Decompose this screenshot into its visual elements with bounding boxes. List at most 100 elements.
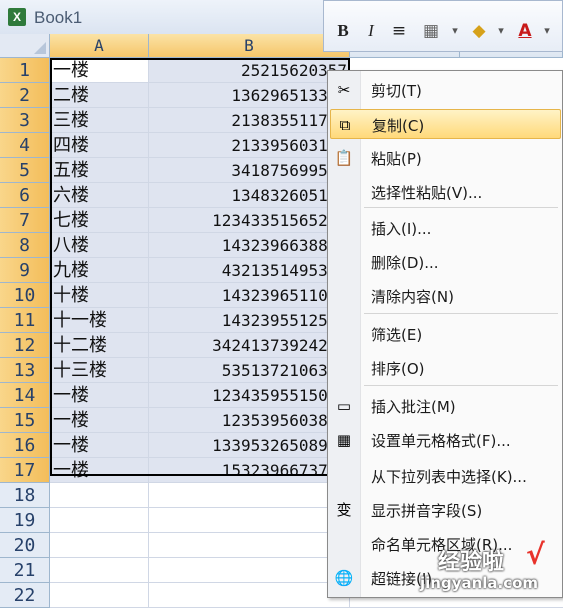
- cell-a[interactable]: 七楼: [50, 208, 149, 233]
- cell-a[interactable]: [50, 533, 149, 558]
- menu-item-4[interactable]: 选择性粘贴(V)...: [330, 177, 561, 207]
- row-header[interactable]: 6: [0, 183, 50, 208]
- borders-dropdown-icon[interactable]: ▾: [444, 20, 466, 42]
- row-header[interactable]: 1: [0, 58, 50, 83]
- menu-item-label: 设置单元格格式(F)...: [371, 432, 511, 450]
- cell-a[interactable]: 十三楼: [50, 358, 149, 383]
- fill-color-icon[interactable]: ◆: [468, 20, 490, 42]
- copy-icon: ⧉: [339, 116, 351, 134]
- column-header-b[interactable]: B: [149, 34, 350, 58]
- menu-item-8[interactable]: 筛选(E): [330, 319, 561, 349]
- cell-a[interactable]: 一楼: [50, 408, 149, 433]
- menu-item-label: 显示拼音字段(S): [371, 502, 483, 520]
- cell-a[interactable]: 十二楼: [50, 333, 149, 358]
- cell-a[interactable]: [50, 508, 149, 533]
- row-header[interactable]: 20: [0, 533, 50, 558]
- cell-b[interactable]: 25215620357: [149, 58, 350, 83]
- cell-b[interactable]: 341875699587: [149, 158, 350, 183]
- cell-b[interactable]: [149, 583, 350, 608]
- cell-b[interactable]: 5351372106399: [149, 358, 350, 383]
- cell-a[interactable]: [50, 483, 149, 508]
- row-header[interactable]: 7: [0, 208, 50, 233]
- cell-b[interactable]: 12343595515084: [149, 383, 350, 408]
- cell-b[interactable]: 1532396673762: [149, 458, 350, 483]
- cell-b[interactable]: [149, 508, 350, 533]
- italic-button[interactable]: I: [360, 20, 382, 42]
- row-header[interactable]: 22: [0, 583, 50, 608]
- row-header[interactable]: 4: [0, 133, 50, 158]
- menu-item-label: 粘贴(P): [371, 150, 422, 168]
- row-header[interactable]: 13: [0, 358, 50, 383]
- row-header[interactable]: 5: [0, 158, 50, 183]
- cell-a[interactable]: 二楼: [50, 83, 149, 108]
- cell-b[interactable]: 1432396511055: [149, 283, 350, 308]
- watermark-text: 经验啦: [438, 550, 505, 575]
- menu-item-6[interactable]: 删除(D)...: [330, 247, 561, 277]
- row-header[interactable]: 15: [0, 408, 50, 433]
- font-color-dropdown-icon[interactable]: ▾: [536, 20, 558, 42]
- menu-item-3[interactable]: 📋 粘贴(P): [330, 143, 561, 173]
- cell-b[interactable]: [149, 558, 350, 583]
- menu-item-7[interactable]: 清除内容(N): [330, 281, 561, 311]
- select-all-corner[interactable]: [0, 34, 50, 58]
- cell-b[interactable]: 4321351495367: [149, 258, 350, 283]
- cell-a[interactable]: 四楼: [50, 133, 149, 158]
- row-header[interactable]: 2: [0, 83, 50, 108]
- menu-item-1[interactable]: ✂ 剪切(T): [330, 75, 561, 105]
- cell-a[interactable]: [50, 583, 149, 608]
- row-header[interactable]: 11: [0, 308, 50, 333]
- cell-b[interactable]: 1432396638889: [149, 233, 350, 258]
- cell-b[interactable]: 1235395603881: [149, 408, 350, 433]
- row-header[interactable]: 17: [0, 458, 50, 483]
- row-header[interactable]: 18: [0, 483, 50, 508]
- cell-b[interactable]: 34241373924231: [149, 333, 350, 358]
- font-color-button[interactable]: A: [514, 20, 536, 42]
- menu-item-13[interactable]: 变 显示拼音字段(S): [330, 495, 561, 525]
- borders-icon[interactable]: ▦: [420, 20, 442, 42]
- cell-a[interactable]: 一楼: [50, 458, 149, 483]
- cell-a[interactable]: 八楼: [50, 233, 149, 258]
- cell-a[interactable]: 十一楼: [50, 308, 149, 333]
- row-header[interactable]: 10: [0, 283, 50, 308]
- menu-item-12[interactable]: 从下拉列表中选择(K)...: [330, 461, 561, 491]
- align-center-button[interactable]: ≡: [388, 20, 410, 42]
- column-header-a[interactable]: A: [50, 34, 149, 58]
- cell-b[interactable]: 213835511780: [149, 108, 350, 133]
- row-header[interactable]: 16: [0, 433, 50, 458]
- cell-a[interactable]: 九楼: [50, 258, 149, 283]
- cell-b[interactable]: [149, 533, 350, 558]
- cell-a[interactable]: 六楼: [50, 183, 149, 208]
- cell-a[interactable]: 三楼: [50, 108, 149, 133]
- cell-a[interactable]: 五楼: [50, 158, 149, 183]
- menu-item-5[interactable]: 插入(I)...: [330, 213, 561, 243]
- menu-item-2[interactable]: ⧉ 复制(C): [330, 109, 561, 139]
- cell-b[interactable]: [149, 483, 350, 508]
- bold-button[interactable]: B: [332, 20, 354, 42]
- cell-b[interactable]: 213395603172: [149, 133, 350, 158]
- cell-b[interactable]: 13395326508996: [149, 433, 350, 458]
- check-icon: √: [526, 538, 545, 571]
- menu-item-10[interactable]: ▭ 插入批注(M): [330, 391, 561, 421]
- row-header[interactable]: 21: [0, 558, 50, 583]
- cell-a[interactable]: 一楼: [50, 383, 149, 408]
- cell-a[interactable]: 十楼: [50, 283, 149, 308]
- fill-dropdown-icon[interactable]: ▾: [490, 20, 512, 42]
- row-header[interactable]: 12: [0, 333, 50, 358]
- row-header[interactable]: 19: [0, 508, 50, 533]
- row-header[interactable]: 8: [0, 233, 50, 258]
- row-header[interactable]: 3: [0, 108, 50, 133]
- cell-a[interactable]: [50, 558, 149, 583]
- cell-a[interactable]: 一楼: [50, 433, 149, 458]
- menu-item-11[interactable]: ▦ 设置单元格格式(F)...: [330, 425, 561, 455]
- menu-item-label: 删除(D)...: [371, 254, 439, 272]
- row-header[interactable]: 14: [0, 383, 50, 408]
- cell-b[interactable]: 136296513333: [149, 83, 350, 108]
- menu-item-label: 排序(O): [371, 360, 425, 378]
- cell-a[interactable]: 一楼: [50, 58, 149, 83]
- menu-item-9[interactable]: 排序(O): [330, 353, 561, 383]
- row-header[interactable]: 9: [0, 258, 50, 283]
- cell-b[interactable]: 12343351565219: [149, 208, 350, 233]
- cell-b[interactable]: 1432395512571: [149, 308, 350, 333]
- menu-separator: [364, 313, 558, 314]
- cell-b[interactable]: 134832605171: [149, 183, 350, 208]
